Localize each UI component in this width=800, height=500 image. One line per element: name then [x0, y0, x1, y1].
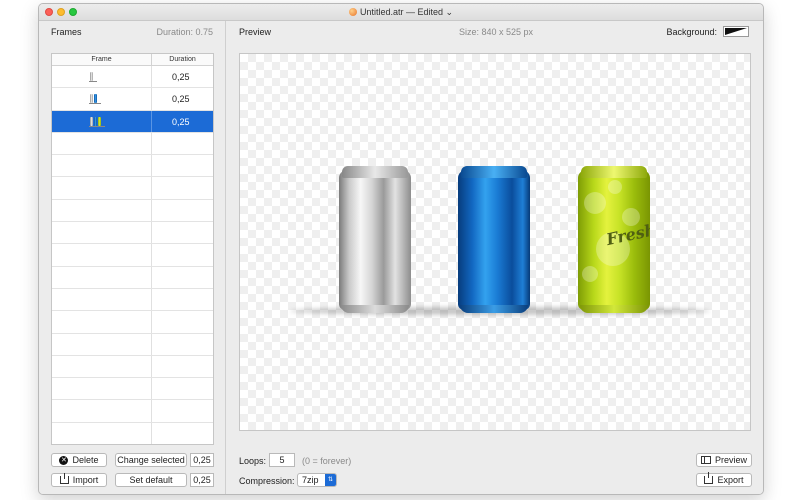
- empty-row: [52, 199, 213, 223]
- empty-cell: [52, 244, 152, 266]
- set-default-button[interactable]: Set default: [115, 473, 187, 487]
- x-circle-icon: ✕: [59, 455, 69, 465]
- empty-cell: [52, 333, 152, 355]
- preview-canvas: Fresh: [239, 53, 751, 431]
- empty-row: [52, 422, 213, 444]
- frame-duration[interactable]: 0,25: [152, 88, 213, 109]
- empty-row: [52, 378, 213, 401]
- export-button[interactable]: Export: [696, 472, 752, 487]
- compression-select[interactable]: 7zip ⇅: [297, 473, 337, 487]
- empty-cell: [52, 355, 152, 378]
- empty-row: [52, 400, 213, 423]
- empty-cell: [52, 177, 152, 199]
- table-row-selected[interactable]: 0,25: [52, 110, 213, 133]
- table-row[interactable]: 0,25: [52, 66, 213, 89]
- loops-label: Loops:: [239, 456, 267, 466]
- frames-title: Frames: [51, 27, 82, 37]
- frames-table[interactable]: Frame Duration 0,25 0,25 0,25: [51, 53, 214, 445]
- column-header-frame[interactable]: Frame: [52, 54, 152, 65]
- empty-cell: [52, 288, 152, 311]
- compression-label: Compression:: [239, 476, 295, 486]
- empty-cell: [52, 311, 152, 333]
- empty-row: [52, 266, 213, 289]
- frames-pane: Frames Duration: 0.75 Frame Duration 0,2…: [39, 21, 226, 494]
- mini-shadow: [89, 125, 105, 127]
- empty-cell: [52, 378, 152, 400]
- empty-row: [52, 155, 213, 178]
- mini-can-blue: [94, 94, 97, 104]
- app-window: Untitled.atr — Edited ⌄ Frames Duration:…: [38, 3, 764, 495]
- frame-thumbnail-cell: [52, 66, 152, 88]
- empty-row: [52, 222, 213, 245]
- frame-thumbnail-cell: [52, 88, 152, 110]
- empty-cell: [52, 266, 152, 288]
- total-duration: Duration: 0.75: [156, 27, 213, 37]
- mini-can-silver: [90, 94, 93, 104]
- empty-cell: [52, 132, 152, 155]
- mini-shadow: [89, 103, 101, 105]
- empty-row: [52, 244, 213, 267]
- loops-input[interactable]: 5: [269, 453, 295, 467]
- can-body: Fresh: [578, 170, 650, 310]
- empty-cell: [52, 222, 152, 244]
- preview-icon: [700, 456, 711, 464]
- title-bar: Untitled.atr — Edited ⌄: [39, 4, 763, 21]
- can-lid: [342, 166, 408, 178]
- loops-hint: (0 = forever): [302, 456, 352, 466]
- silver-can-image: [339, 166, 411, 313]
- mini-can-silver: [90, 72, 93, 81]
- frame-thumbnail: [89, 94, 101, 105]
- empty-cell: [52, 155, 152, 177]
- can-rim: [460, 305, 528, 313]
- empty-row: [52, 355, 213, 379]
- empty-row: [52, 333, 213, 356]
- empty-row: [52, 132, 213, 156]
- preview-pane: Preview Size: 840 x 525 px Background: F…: [227, 21, 763, 494]
- can-lid: [581, 166, 647, 178]
- mini-can-green: [98, 116, 101, 126]
- import-icon: [59, 473, 69, 484]
- bubble: [608, 180, 622, 194]
- table-row[interactable]: 0,25: [52, 88, 213, 111]
- mini-can-blue: [94, 116, 97, 126]
- green-can-image: Fresh: [578, 166, 650, 313]
- window-title[interactable]: Untitled.atr — Edited ⌄: [39, 7, 763, 18]
- default-duration-input[interactable]: 0,25: [190, 473, 214, 487]
- empty-row: [52, 177, 213, 200]
- frame-thumbnail: [89, 72, 97, 82]
- frame-duration[interactable]: 0,25: [152, 66, 213, 87]
- chevron-down-icon: ⌄: [445, 7, 454, 17]
- empty-row: [52, 288, 213, 312]
- column-header-duration[interactable]: Duration: [152, 54, 213, 65]
- frame-thumbnail: [89, 116, 105, 127]
- table-header: Frame Duration: [52, 54, 213, 66]
- empty-row: [52, 311, 213, 334]
- bubble: [582, 266, 598, 282]
- chevron-updown-icon: ⇅: [325, 474, 336, 486]
- empty-cell: [52, 422, 152, 444]
- frame-duration[interactable]: 0,25: [152, 111, 213, 132]
- bubble: [584, 192, 606, 214]
- document-icon: [348, 8, 357, 16]
- frame-thumbnail-cell: [52, 110, 152, 132]
- can-rim: [580, 305, 648, 313]
- empty-cell: [52, 199, 152, 222]
- empty-cell: [52, 400, 152, 422]
- preview-button[interactable]: Preview: [696, 453, 752, 467]
- import-button[interactable]: Import: [51, 473, 107, 487]
- mini-shadow: [89, 81, 97, 82]
- background-label: Background:: [666, 27, 717, 37]
- can-rim: [341, 305, 409, 313]
- export-icon: [704, 472, 714, 484]
- change-selected-button[interactable]: Change selected: [115, 453, 187, 467]
- blue-can-image: [458, 166, 530, 313]
- can-lid: [461, 166, 527, 178]
- delete-button[interactable]: ✕ Delete: [51, 453, 107, 467]
- background-color-well[interactable]: [723, 26, 749, 37]
- change-selected-duration-input[interactable]: 0,25: [190, 453, 214, 467]
- mini-can-silver: [90, 116, 93, 126]
